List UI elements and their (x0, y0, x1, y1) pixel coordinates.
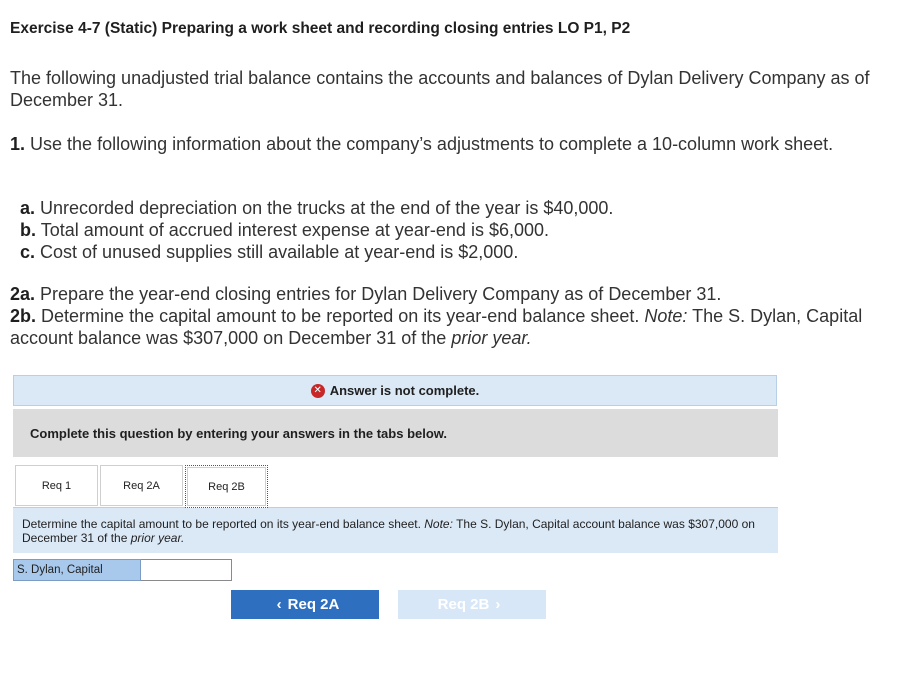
tab-req-1[interactable]: Req 1 (15, 465, 98, 506)
step-2a-text: Prepare the year-end closing entries for… (40, 284, 722, 304)
step-2a-number: 2a. (10, 284, 36, 304)
requirement-tabs: Req 1 Req 2A Req 2B (13, 465, 778, 508)
adjustments-list: a. Unrecorded depreciation on the trucks… (20, 197, 613, 263)
capital-amount-input[interactable] (141, 559, 232, 581)
panel-note-italic: prior year. (130, 531, 185, 545)
instruction-text: Complete this question by entering your … (30, 425, 448, 441)
item-key: b. (20, 220, 36, 240)
panel-note-label: Note: (424, 517, 453, 531)
step-1-number: 1. (10, 134, 26, 154)
intro-paragraph: The following unadjusted trial balance c… (10, 68, 870, 110)
step-1-paragraph: 1. Use the following information about t… (10, 133, 870, 155)
item-text: Unrecorded depreciation on the trucks at… (40, 198, 614, 218)
panel-text: Determine the capital amount to be repor… (22, 517, 421, 531)
prev-req-2a-button[interactable]: ‹ Req 2A (231, 590, 379, 619)
next-button-label: Req 2B (437, 596, 490, 613)
list-item: a. Unrecorded depreciation on the trucks… (20, 197, 613, 219)
item-key: a. (20, 198, 36, 218)
x-circle-icon: ✕ (310, 383, 325, 398)
step-1-text: Use the following information about the … (30, 134, 834, 154)
chevron-right-icon: › (495, 596, 501, 613)
exercise-title: Exercise 4-7 (Static) Preparing a work s… (10, 20, 631, 37)
answer-status-text: Answer is not complete. (329, 383, 480, 398)
step-2b-note-label: Note: (644, 306, 688, 326)
capital-field-row: S. Dylan, Capital (13, 559, 232, 581)
step-2b-text: Determine the capital amount to be repor… (41, 306, 640, 326)
item-key: c. (20, 242, 36, 262)
requirement-panel: Determine the capital amount to be repor… (13, 508, 778, 553)
step-2a-line: 2a. Prepare the year-end closing entries… (10, 283, 870, 305)
tab-req-2a[interactable]: Req 2A (100, 465, 183, 506)
list-item: b. Total amount of accrued interest expe… (20, 219, 613, 241)
step-2b-note-italic: prior year. (451, 328, 532, 348)
prev-button-label: Req 2A (287, 596, 340, 613)
answer-status-bar: ✕ Answer is not complete. (13, 375, 777, 406)
step-2b-number: 2b. (10, 306, 37, 326)
item-text: Cost of unused supplies still available … (40, 242, 519, 262)
instruction-banner: Complete this question by entering your … (13, 409, 778, 457)
list-item: c. Cost of unused supplies still availab… (20, 241, 613, 263)
chevron-left-icon: ‹ (276, 596, 282, 613)
next-req-2b-button[interactable]: Req 2B › (398, 590, 546, 619)
tab-req-2b[interactable]: Req 2B (185, 465, 268, 508)
step-2b-line: 2b. Determine the capital amount to be r… (10, 305, 870, 349)
capital-field-label: S. Dylan, Capital (13, 559, 141, 581)
item-text: Total amount of accrued interest expense… (40, 220, 549, 240)
step-2-paragraph: 2a. Prepare the year-end closing entries… (10, 283, 870, 349)
